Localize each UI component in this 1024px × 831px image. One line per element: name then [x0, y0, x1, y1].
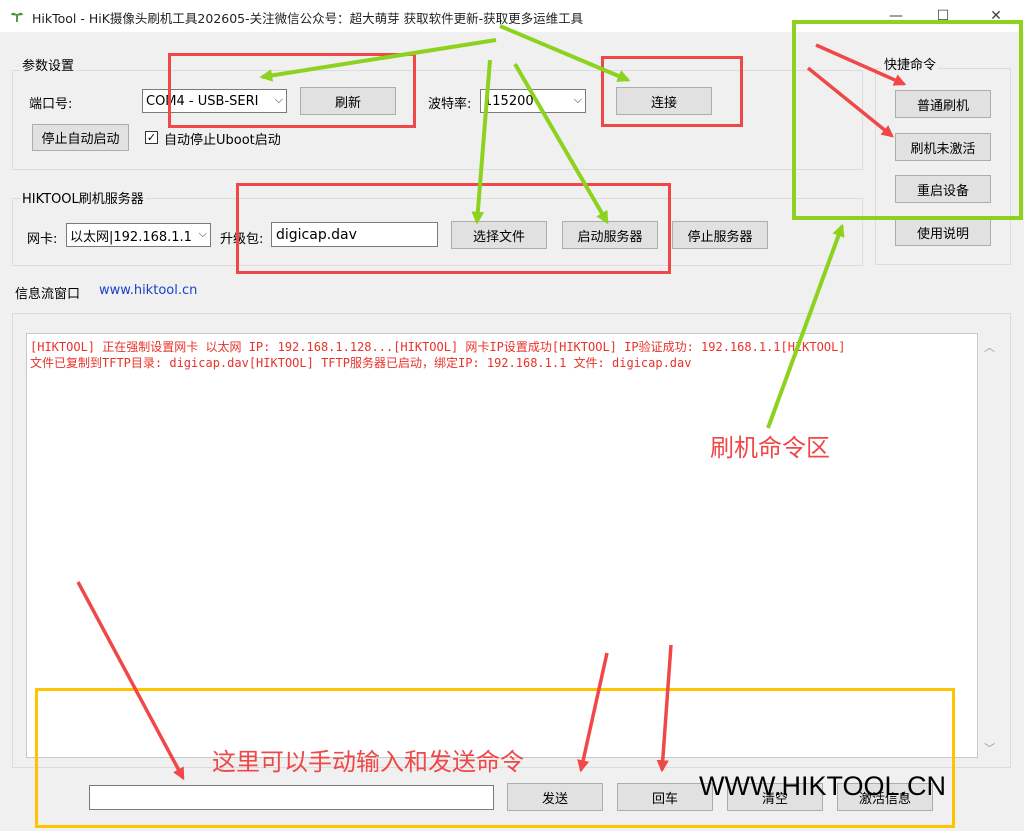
annotation-arrows — [76, 24, 907, 781]
green-arrow — [471, 59, 492, 225]
manual-input-annotation: 这里可以手动输入和发送命令 — [212, 748, 524, 776]
green-arrow — [259, 38, 497, 82]
red-arrow — [656, 644, 673, 773]
green-arrow — [766, 223, 845, 429]
red-arrow — [806, 66, 894, 138]
green-arrow — [513, 62, 609, 225]
red-arrow — [76, 581, 185, 781]
flash-area-annotation: 刷机命令区 — [710, 434, 830, 462]
red-arrow — [577, 652, 609, 773]
watermark: WWW.HIKTOOL.CN — [699, 771, 946, 801]
red-arrow — [815, 43, 907, 86]
